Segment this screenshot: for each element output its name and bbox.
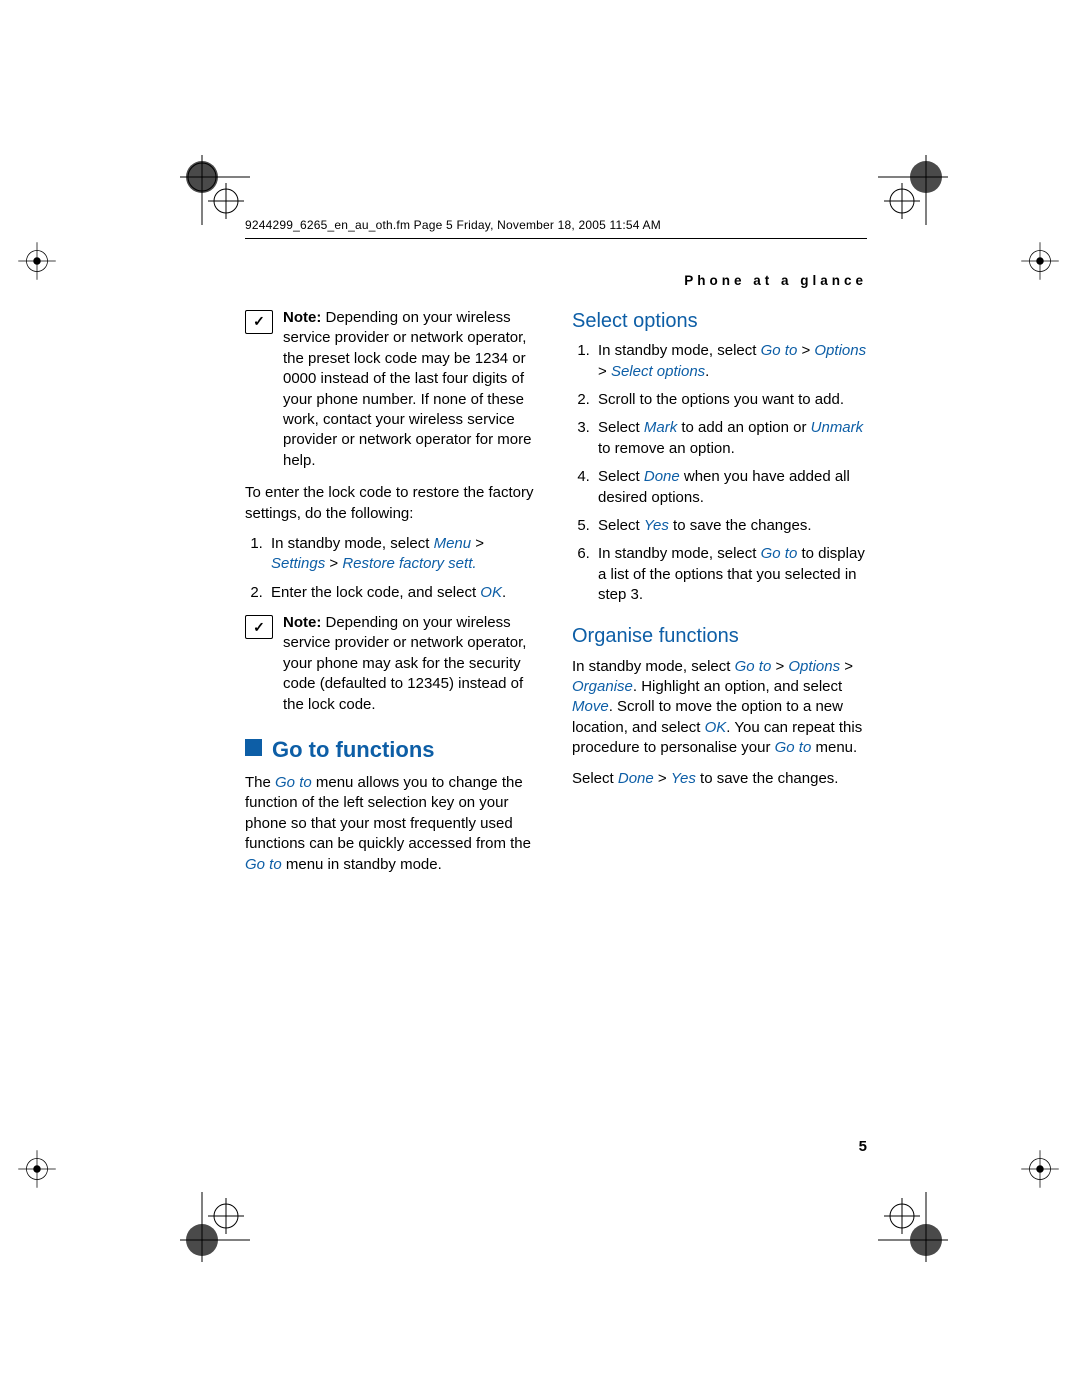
list-item: Enter the lock code, and select OK. <box>267 583 540 603</box>
steps-list: In standby mode, select Go to > Options … <box>572 341 867 605</box>
paragraph: In standby mode, select Go to > Options … <box>572 657 867 759</box>
crop-mark-icon <box>11 235 64 288</box>
list-item: Select Mark to add an option or Unmark t… <box>594 418 867 459</box>
running-header: 9244299_6265_en_au_oth.fm Page 5 Friday,… <box>245 218 867 239</box>
note-block: ✓ Note: Depending on your wireless servi… <box>245 308 540 471</box>
crop-mark-icon <box>180 1192 250 1262</box>
list-item: Select Yes to save the changes. <box>594 516 867 536</box>
column-left: ✓ Note: Depending on your wireless servi… <box>245 308 540 885</box>
crop-mark-icon <box>1014 235 1067 288</box>
note-label: Note: <box>283 309 321 326</box>
list-item: Scroll to the options you want to add. <box>594 390 867 410</box>
page-body: 9244299_6265_en_au_oth.fm Page 5 Friday,… <box>245 218 867 885</box>
list-item: In standby mode, select Menu > Settings … <box>267 534 540 575</box>
crop-mark-icon <box>11 1143 64 1196</box>
note-icon: ✓ <box>245 615 273 639</box>
list-item: Select Done when you have added all desi… <box>594 467 867 508</box>
paragraph: To enter the lock code to restore the fa… <box>245 483 540 524</box>
list-item: In standby mode, select Go to to display… <box>594 544 867 605</box>
list-item: In standby mode, select Go to > Options … <box>594 341 867 382</box>
crop-mark-icon <box>878 155 948 225</box>
crop-mark-icon <box>180 155 250 225</box>
column-right: Select options In standby mode, select G… <box>572 308 867 885</box>
section-label: Phone at a glance <box>245 273 867 288</box>
note-block: ✓ Note: Depending on your wireless servi… <box>245 613 540 715</box>
crop-mark-icon <box>878 1192 948 1262</box>
note-icon: ✓ <box>245 310 273 334</box>
heading-goto-functions: Go to functions <box>245 735 540 765</box>
paragraph: The Go to menu allows you to change the … <box>245 773 540 875</box>
crop-mark-icon <box>1014 1143 1067 1196</box>
page-number: 5 <box>245 1138 867 1155</box>
paragraph: Select Done > Yes to save the changes. <box>572 769 867 789</box>
heading-organise-functions: Organise functions <box>572 623 867 650</box>
note-text: Depending on your wireless service provi… <box>283 309 531 469</box>
square-bullet-icon <box>245 739 262 756</box>
steps-list: In standby mode, select Menu > Settings … <box>245 534 540 603</box>
heading-select-options: Select options <box>572 308 867 335</box>
note-label: Note: <box>283 614 321 631</box>
